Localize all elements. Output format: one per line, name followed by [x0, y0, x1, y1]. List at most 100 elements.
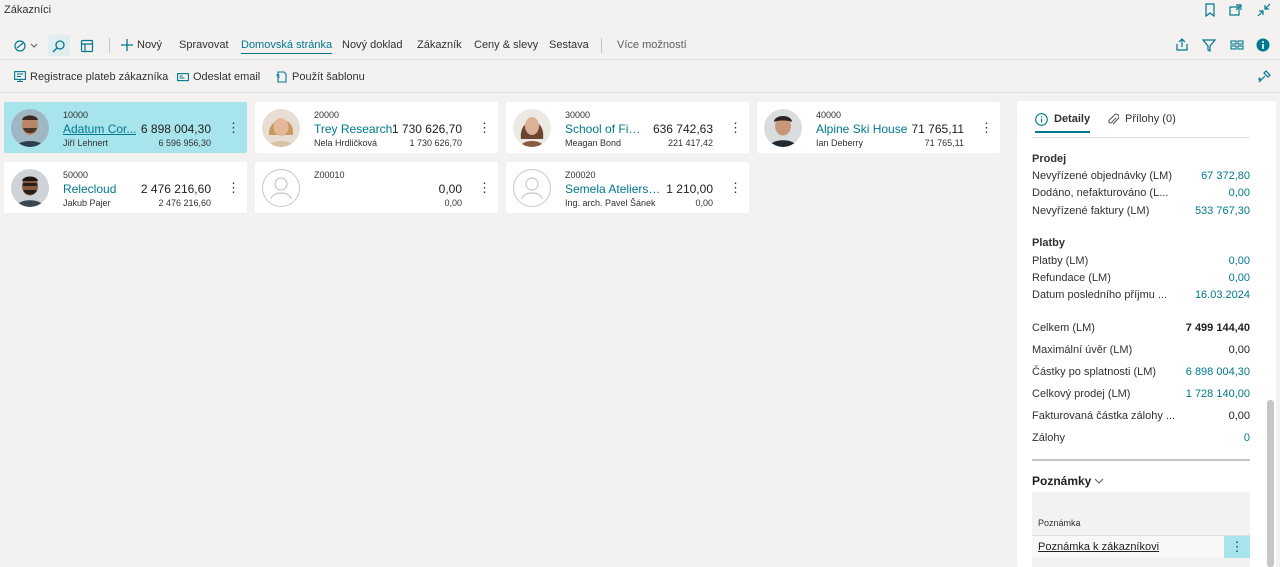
customer-tile[interactable]: 50000 Relecloud Jakub Pajer 2 476 216,60… — [4, 162, 247, 213]
factbox-scrollbar[interactable] — [1267, 400, 1274, 567]
send-email-label: Odeslat email — [193, 71, 261, 83]
customer-name[interactable]: Relecloud — [63, 182, 116, 196]
customer-tile[interactable]: Z00010 0,00 0,00 ⋮ — [255, 162, 498, 213]
more-options-icon[interactable]: ⋮ — [227, 120, 240, 136]
list-view-icon[interactable] — [1229, 37, 1245, 53]
field-label: Datum posledního příjmu ... — [1032, 289, 1168, 301]
avatar-placeholder-icon — [262, 169, 300, 207]
customer-tile[interactable]: Z00020 Semela Ateliers ... Ing. arch. Pa… — [506, 162, 749, 213]
customer-no: 30000 — [565, 110, 591, 120]
customer-list: 10000 Adatum Cor... Jiří Lehnert 6 898 0… — [0, 94, 1010, 567]
customer-contact: Ian Deberry — [816, 138, 864, 148]
tab-ceny-slevy[interactable]: Ceny & slevy — [474, 30, 538, 60]
collapse-icon[interactable] — [1256, 3, 1272, 17]
total-value: 7 499 144,40 — [1185, 322, 1250, 334]
avatar — [513, 109, 551, 147]
field-value-link[interactable]: 67 372,80 — [1201, 170, 1250, 182]
info-icon[interactable] — [1255, 37, 1271, 53]
field-label: Maximální úvěr (LM) — [1032, 344, 1133, 356]
customer-contact: Jiří Lehnert — [63, 138, 109, 148]
more-options-icon[interactable]: ⋮ — [478, 180, 491, 196]
open-new-window-icon[interactable] — [1228, 3, 1244, 17]
tab-sestava[interactable]: Sestava — [549, 30, 589, 60]
customer-balance: 636 742,63 — [652, 122, 713, 136]
tab-details[interactable]: Detaily — [1035, 101, 1091, 137]
field-value-link[interactable]: 0 — [1244, 432, 1250, 444]
customer-tile[interactable]: 20000 Trey Research Nela Hrdličková 1 73… — [255, 102, 498, 153]
bookmark-icon[interactable] — [1202, 3, 1218, 18]
more-options-icon[interactable]: ⋮ — [227, 180, 240, 196]
tab-spravovat[interactable]: Spravovat — [179, 30, 229, 60]
template-icon — [276, 71, 287, 83]
divider — [601, 38, 602, 53]
tab-zakaznik[interactable]: Zákazník — [417, 30, 462, 60]
tab-domovska-stranka[interactable]: Domovská stránka — [241, 30, 333, 60]
field-label: Celkem (LM) — [1032, 322, 1095, 334]
payment-registration-icon — [14, 71, 26, 83]
field-label: Celkový prodej (LM) — [1032, 388, 1131, 400]
field-row: Nevyřízené faktury (LM) 533 767,30 — [1032, 205, 1250, 222]
personalize-icon[interactable] — [1256, 69, 1272, 85]
apply-template-label: Použít šablonu — [292, 71, 365, 83]
more-options-icon[interactable]: ⋮ — [478, 120, 491, 136]
notes-column-header: Poznámka — [1038, 518, 1081, 528]
more-options-icon[interactable]: ⋮ — [980, 120, 993, 136]
share-icon[interactable] — [1174, 37, 1190, 53]
tab-attachments[interactable]: Přílohy (0) — [1107, 101, 1176, 137]
customer-contact: Jakub Pajer — [63, 198, 111, 208]
field-value-link[interactable]: 1 728 140,00 — [1186, 388, 1250, 400]
customer-tile[interactable]: 30000 School of Fin... Meagan Bond 636 7… — [506, 102, 749, 153]
search-icon[interactable] — [48, 35, 70, 56]
customer-balance-due: 6 596 956,30 — [158, 138, 211, 148]
register-payments-button[interactable]: Registrace plateb zákazníka — [14, 61, 168, 93]
field-value-link[interactable]: 533 767,30 — [1195, 205, 1250, 217]
customer-name[interactable]: Trey Research — [314, 122, 392, 136]
field-value-link[interactable]: 0,00 — [1229, 272, 1250, 284]
avatar — [11, 109, 49, 147]
tab-novy-doklad[interactable]: Nový doklad — [342, 30, 403, 60]
customer-tile[interactable]: 40000 Alpine Ski House Ian Deberry 71 76… — [757, 102, 1000, 153]
section-title-platby: Platby — [1032, 237, 1066, 249]
divider — [1032, 459, 1250, 461]
send-email-button[interactable]: Odeslat email — [177, 61, 260, 93]
customer-name[interactable]: Semela Ateliers ... — [565, 182, 661, 196]
field-value: 0,00 — [1228, 410, 1250, 422]
more-options-icon[interactable]: ⋮ — [1224, 536, 1250, 558]
list-item: Poznámka k zákazníkovi ⋮ — [1032, 535, 1250, 558]
customer-name[interactable]: School of Fin... — [565, 122, 643, 136]
tab-details-label: Detaily — [1054, 113, 1091, 125]
view-switcher-button[interactable] — [12, 35, 40, 56]
new-button[interactable]: Nový — [121, 30, 162, 60]
note-link[interactable]: Poznámka k zákazníkovi — [1038, 541, 1159, 553]
field-value: 0,00 — [1228, 344, 1250, 356]
field-value-link[interactable]: 6 898 004,30 — [1186, 366, 1250, 378]
more-options-icon[interactable]: ⋮ — [729, 120, 742, 136]
plus-icon — [121, 39, 133, 51]
field-label: Částky po splatnosti (LM) — [1032, 366, 1157, 378]
more-options-icon[interactable]: ⋮ — [729, 180, 742, 196]
field-row: Částky po splatnosti (LM) 6 898 004,30 — [1032, 366, 1250, 383]
customer-balance-due: 1 730 626,70 — [409, 138, 462, 148]
paperclip-icon — [1108, 113, 1119, 124]
notes-section-toggle[interactable]: Poznámky — [1032, 474, 1104, 488]
chevron-down-icon — [1094, 478, 1104, 484]
field-label: Dodáno, nefakturováno (L... — [1032, 187, 1169, 199]
section-title-prodej: Prodej — [1032, 153, 1067, 165]
customer-name[interactable]: Alpine Ski House — [816, 122, 907, 136]
avatar — [764, 109, 802, 147]
more-options-button[interactable]: Více možností — [617, 30, 687, 60]
customer-balance: 6 898 004,30 — [140, 122, 211, 136]
customer-name[interactable]: Adatum Cor... — [63, 122, 136, 136]
customer-balance: 2 476 216,60 — [140, 182, 211, 196]
apply-template-button[interactable]: Použít šablonu — [276, 61, 365, 93]
field-row: Maximální úvěr (LM) 0,00 — [1032, 344, 1250, 361]
customer-contact: Meagan Bond — [565, 138, 622, 148]
field-value-link[interactable]: 0,00 — [1229, 187, 1250, 199]
customer-tile[interactable]: 10000 Adatum Cor... Jiří Lehnert 6 898 0… — [4, 102, 247, 153]
customer-balance: 1 210,00 — [666, 182, 713, 196]
field-value-link[interactable]: 16.03.2024 — [1195, 289, 1250, 301]
field-value-link[interactable]: 0,00 — [1229, 255, 1250, 267]
field-row: Fakturovaná částka zálohy ... 0,00 — [1032, 410, 1250, 427]
analysis-mode-icon[interactable] — [76, 35, 98, 56]
filter-icon[interactable] — [1201, 37, 1217, 53]
